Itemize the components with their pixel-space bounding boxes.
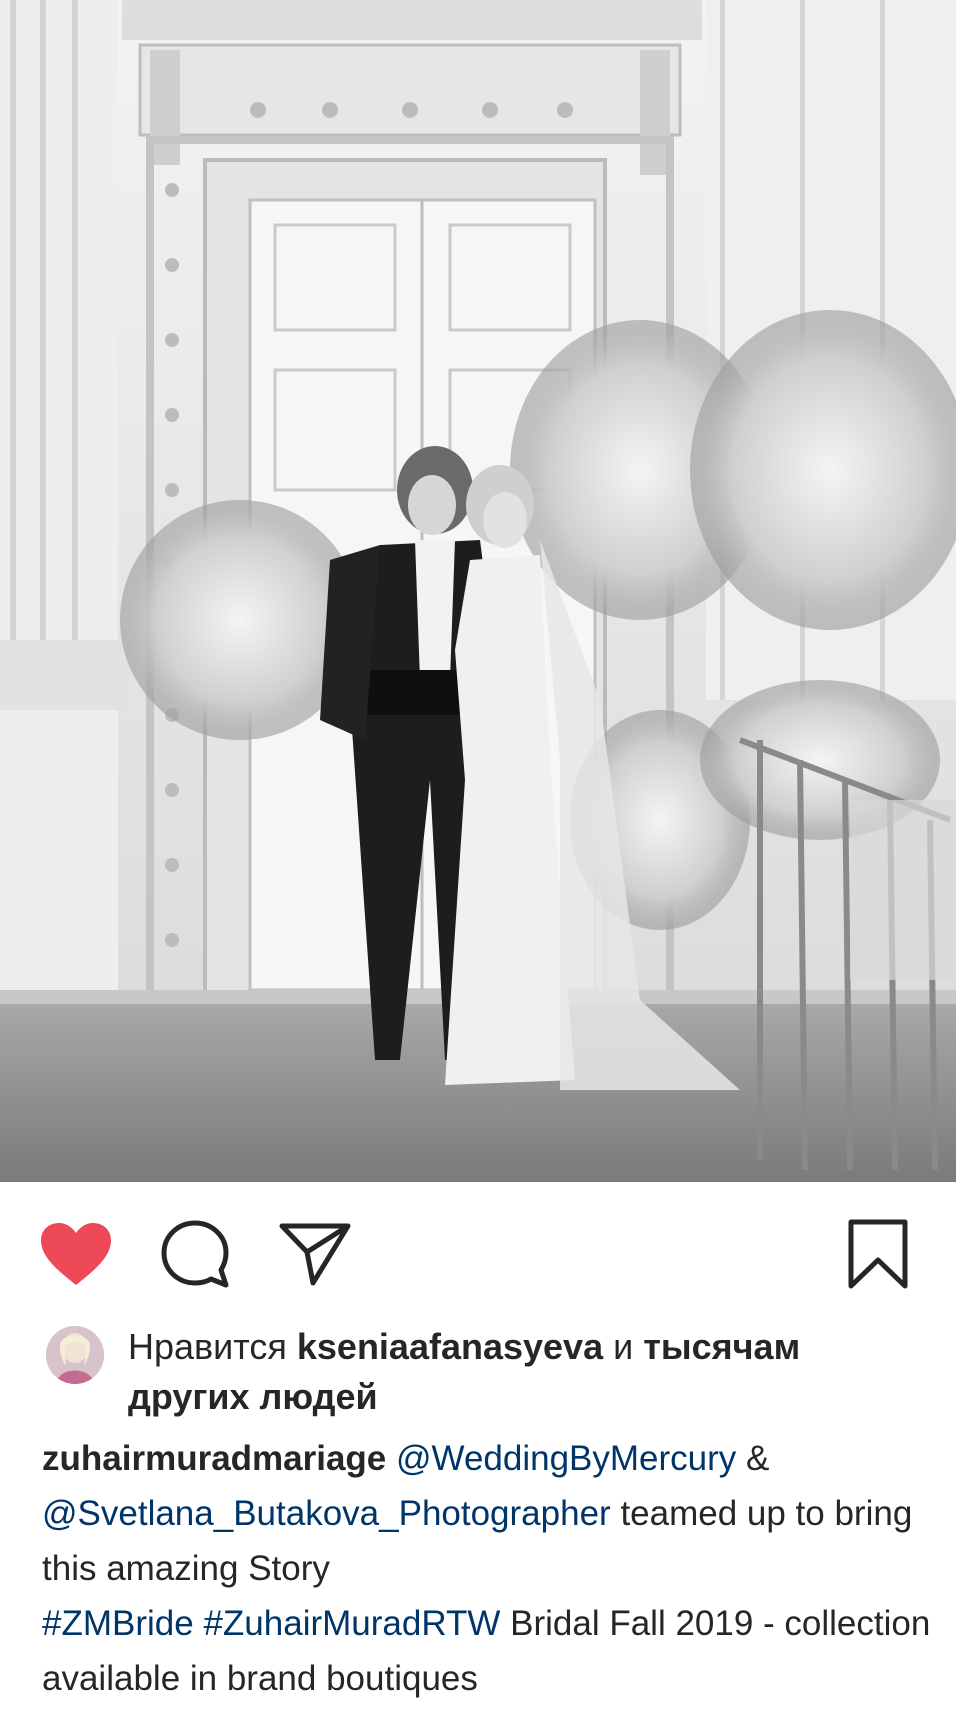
bookmark-icon [848, 1219, 908, 1289]
hashtag-link[interactable]: #ZMBride [42, 1604, 194, 1643]
paper-plane-icon [279, 1223, 351, 1286]
likes-others-line1: тысячам [643, 1326, 801, 1367]
likes-and: и [613, 1326, 634, 1367]
comment-button[interactable] [155, 1214, 235, 1294]
caption-username[interactable]: zuhairmuradmariage [42, 1439, 386, 1478]
post-photo[interactable] [0, 0, 956, 1182]
mention-link[interactable]: @Svetlana_Butakova_Photographer [42, 1494, 611, 1533]
hashtag-link[interactable]: #ZuhairMuradRTW [203, 1604, 500, 1643]
avatar-image [46, 1326, 104, 1384]
comment-icon [161, 1220, 229, 1288]
likes-text: Нравится kseniaafanasyeva и тысячам други… [128, 1322, 928, 1422]
post-actions [0, 1182, 956, 1322]
heart-filled-icon [41, 1223, 111, 1285]
wedding-photo-illustration [0, 0, 956, 1182]
likes-prefix: Нравится [128, 1326, 287, 1367]
liker-avatar[interactable] [46, 1326, 104, 1384]
mention-link[interactable]: @WeddingByMercury [396, 1439, 736, 1478]
liker-username[interactable]: kseniaafanasyeva [297, 1326, 603, 1367]
likes-others-line2: других людей [128, 1376, 378, 1417]
share-button[interactable] [275, 1214, 355, 1294]
post-caption: zuhairmuradmariage @WeddingByMercury & @… [42, 1431, 942, 1706]
like-button[interactable] [36, 1214, 116, 1294]
caption-ampersand: & [746, 1439, 770, 1478]
save-button[interactable] [838, 1214, 918, 1294]
